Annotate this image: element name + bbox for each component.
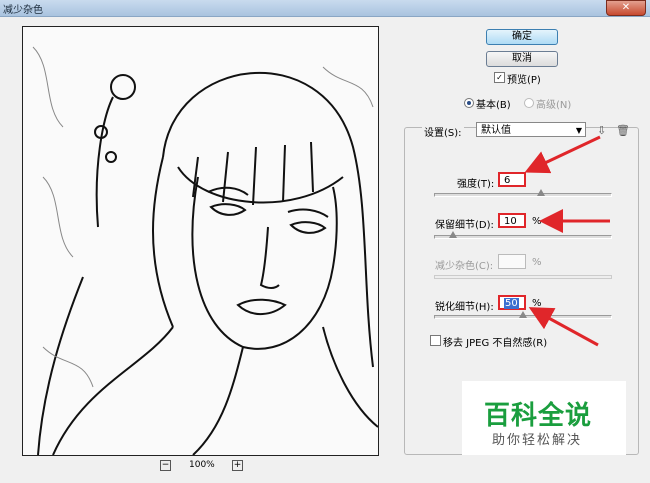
reduce-color-noise-unit: % — [532, 257, 542, 268]
basic-label: 基本(B) — [476, 100, 511, 111]
chevron-down-icon: ▼ — [575, 126, 582, 135]
preserve-details-label: 保留细节(D): — [435, 220, 494, 231]
settings-value: 默认值 — [481, 125, 511, 136]
sharpen-details-label: 锐化细节(H): — [435, 302, 494, 313]
preserve-details-slider[interactable] — [434, 231, 612, 239]
watermark: 百科全说 助你轻松解决 — [462, 381, 626, 455]
preview-checkbox[interactable]: ✓ — [494, 72, 505, 83]
sharpen-details-unit: % — [532, 298, 542, 309]
close-button[interactable]: ✕ — [606, 0, 646, 16]
cancel-button[interactable]: 取消 — [486, 51, 558, 67]
zoom-level: 100% — [189, 460, 215, 470]
save-preset-icon[interactable]: ⇩ — [597, 124, 606, 137]
preview-label: 预览(P) — [507, 75, 541, 86]
sharpen-details-slider-thumb[interactable] — [519, 311, 527, 318]
reduce-color-noise-input — [498, 254, 526, 269]
title-bar: 减少杂色 ✕ — [0, 0, 650, 17]
advanced-label: 高级(N) — [536, 100, 572, 111]
reduce-color-noise-slider — [434, 275, 612, 279]
window-title: 减少杂色 — [3, 5, 43, 16]
preserve-details-input[interactable]: 10 — [498, 213, 526, 228]
sketch-portrait-image — [23, 27, 378, 455]
trash-icon[interactable]: 🗑 — [616, 124, 630, 137]
sharpen-details-slider[interactable] — [434, 311, 612, 319]
strength-slider-thumb[interactable] — [536, 189, 545, 196]
watermark-subtitle: 助你轻松解决 — [492, 433, 583, 448]
strength-input[interactable]: 6 — [498, 172, 526, 187]
advanced-radio[interactable] — [524, 98, 534, 108]
image-preview[interactable] — [22, 26, 379, 456]
strength-slider[interactable] — [434, 189, 612, 197]
preserve-details-unit: % — [532, 216, 542, 227]
strength-label: 强度(T): — [457, 179, 495, 190]
sharpen-details-input[interactable]: 50 — [498, 295, 526, 310]
zoom-in-button[interactable]: + — [232, 460, 243, 471]
settings-dropdown[interactable]: 默认值 ▼ — [476, 122, 586, 137]
reduce-color-noise-label: 减少杂色(C): — [435, 261, 494, 272]
watermark-title: 百科全说 — [484, 401, 593, 431]
remove-jpeg-artifact-label: 移去 JPEG 不自然感(R) — [443, 338, 548, 349]
ok-button[interactable]: 确定 — [486, 29, 558, 45]
zoom-out-button[interactable]: − — [160, 460, 171, 471]
settings-label: 设置(S): — [422, 124, 464, 139]
remove-jpeg-artifact-checkbox[interactable] — [430, 335, 441, 346]
preserve-details-slider-thumb[interactable] — [448, 231, 457, 238]
basic-radio[interactable] — [464, 98, 474, 108]
